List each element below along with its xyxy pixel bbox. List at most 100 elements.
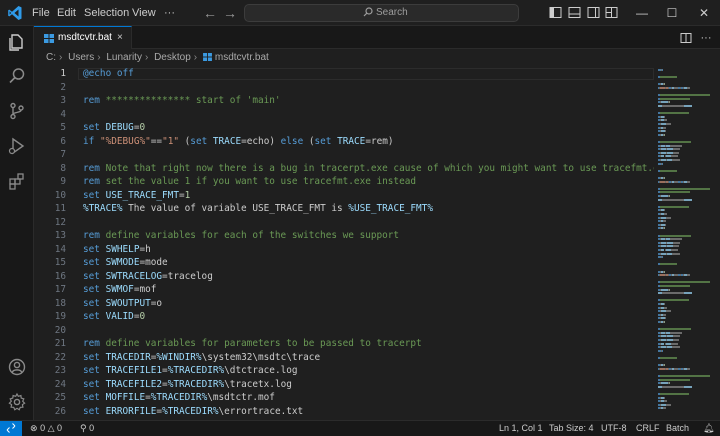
menu-file[interactable]: File	[32, 0, 50, 26]
line-number: 25	[54, 392, 66, 403]
eol-status[interactable]: CRLF	[636, 421, 660, 436]
code-line[interactable]: 23 set TRACEFILE1=%TRACEDIR%\dtctrace.log	[34, 365, 654, 376]
close-window-button[interactable]: ✕	[692, 0, 716, 26]
code-line[interactable]: 17 set SWMOF=mof	[34, 284, 654, 295]
minimap-line	[661, 198, 684, 201]
toggle-panel-icon[interactable]	[568, 6, 581, 19]
code-line[interactable]: 2	[34, 82, 654, 93]
minimap-line	[661, 69, 664, 71]
code-line[interactable]: 19 set VALID=0	[34, 311, 654, 322]
line-number: 26	[54, 405, 66, 417]
code-text: %TRACE% The value of variable USE_TRACE_…	[83, 203, 433, 214]
explorer-icon[interactable]	[7, 32, 27, 52]
code-text: @echo off	[83, 68, 134, 79]
code-line[interactable]: 18 set SWOUTPUT=o	[34, 298, 654, 309]
code-line[interactable]: 13 rem define variables for each of the s…	[34, 230, 654, 241]
code-line[interactable]: 26 set ERRORFILE=%TRACEDIR%\errortrace.tx…	[34, 406, 654, 417]
line-number: 1	[60, 68, 66, 79]
menu-selection[interactable]: Selection	[84, 0, 129, 26]
settings-gear-icon[interactable]	[7, 392, 27, 412]
chevron-right-icon: ›	[97, 52, 101, 63]
menu-edit[interactable]: Edit	[57, 0, 76, 26]
code-line[interactable]: 4	[34, 109, 654, 120]
search-view-icon[interactable]	[7, 66, 27, 86]
minimap-line	[668, 288, 670, 291]
toggle-secondary-sidebar-icon[interactable]	[587, 6, 600, 19]
minimap-line	[664, 227, 666, 230]
minimize-button[interactable]: —	[630, 0, 654, 26]
ports-status[interactable]: ⚲ 0	[80, 421, 94, 436]
minimap-line	[670, 331, 682, 334]
status-bar: ⊗ 0 △ 0 ⚲ 0 Ln 1, Col 1 Tab Size: 4 UTF-…	[0, 420, 720, 436]
code-line[interactable]: 1 @echo off	[34, 68, 654, 80]
warning-count: 0	[57, 423, 63, 433]
code-line[interactable]: 24 set TRACEFILE2=%TRACEDIR%\tracetx.log	[34, 379, 654, 390]
menu-view[interactable]: View	[132, 0, 156, 26]
source-control-icon[interactable]	[7, 101, 27, 121]
back-arrow-icon[interactable]: ←	[202, 5, 218, 21]
breadcrumb-users[interactable]: Users	[68, 52, 94, 63]
code-line[interactable]: 15 set SWMODE=mode	[34, 257, 654, 268]
remote-indicator-button[interactable]	[0, 421, 22, 436]
line-number: 19	[54, 311, 66, 322]
command-center-search[interactable]: Search	[244, 4, 519, 22]
code-line[interactable]: 10 set USE_TRACE_FMT=1	[34, 190, 654, 201]
code-line[interactable]: 20	[34, 325, 654, 336]
code-line[interactable]: 14 set SWHELP=h	[34, 244, 654, 255]
code-line[interactable]: 22 set TRACEDIR=%WINDIR%\system32\msdtc\t…	[34, 352, 654, 363]
code-text: set ERRORFILE=%TRACEDIR%\errortrace.txt	[83, 405, 304, 417]
account-icon[interactable]	[7, 357, 27, 377]
code-text: set TRACEFILE1=%TRACEDIR%\dtctrace.log	[83, 365, 298, 376]
line-number: 3	[60, 95, 66, 106]
code-text: rem define variables for parameters to b…	[83, 338, 422, 349]
code-line[interactable]: 9 rem set the value 1 if you want to use …	[34, 176, 654, 187]
line-number: 23	[54, 365, 66, 376]
breadcrumb-file[interactable]: msdtcvtr.bat	[215, 52, 269, 63]
breadcrumb-desktop[interactable]: Desktop	[154, 52, 191, 63]
code-line[interactable]: 21 rem define variables for parameters to…	[34, 338, 654, 349]
line-number: 2	[60, 81, 66, 93]
language-mode-status[interactable]: Batch	[666, 421, 689, 436]
code-text: set TRACEFILE2=%TRACEDIR%\tracetx.log	[83, 378, 292, 390]
code-text: set SWOUTPUT=o	[83, 297, 163, 309]
minimap-line	[659, 191, 691, 194]
line-number: 20	[54, 324, 66, 336]
breadcrumb-lunarity[interactable]: Lunarity	[106, 52, 142, 63]
minimap-line	[659, 94, 710, 97]
code-text: set TRACEDIR=%WINDIR%\system32\msdtc\tra…	[83, 351, 321, 363]
breadcrumb-drive[interactable]: C:	[46, 52, 56, 63]
line-number: 7	[60, 149, 66, 160]
customize-layout-icon[interactable]	[605, 6, 618, 19]
code-line[interactable]: 12	[34, 217, 654, 228]
code-text: if "%DEBUG%"=="1" (set TRACE=echo) else …	[83, 135, 394, 147]
code-line[interactable]: 25 set MOFFILE=%TRACEDIR%\msdtctr.mof	[34, 392, 654, 403]
tab-size-status[interactable]: Tab Size: 4	[549, 421, 594, 436]
line-number: 15	[54, 257, 66, 268]
code-editor[interactable]: 1 @echo off 2 3 rem *************** start of…	[34, 67, 654, 420]
extensions-icon[interactable]	[7, 171, 27, 191]
code-line[interactable]: 16 set SWTRACELOG=tracelog	[34, 271, 654, 282]
run-and-debug-icon[interactable]	[7, 136, 27, 156]
code-line[interactable]: 7	[34, 149, 654, 160]
tab-msdtcvtr-bat[interactable]: msdtcvtr.bat ×	[34, 26, 132, 49]
maximize-button[interactable]: ☐	[660, 0, 684, 26]
code-line[interactable]: 3 rem *************** start of 'main'	[34, 95, 654, 106]
forward-arrow-icon[interactable]: →	[222, 5, 238, 21]
code-line[interactable]: 11 %TRACE% The value of variable USE_TRAC…	[34, 203, 654, 214]
tab-close-icon[interactable]: ×	[117, 27, 123, 49]
more-actions-icon[interactable]: ···	[700, 32, 712, 44]
editor-tab-bar: msdtcvtr.bat × ···	[34, 26, 720, 49]
code-line[interactable]: 5 set DEBUG=0	[34, 122, 654, 133]
notifications-bell-icon[interactable]: 🔔︎	[703, 421, 714, 436]
menu-more-icon[interactable]: ···	[164, 0, 175, 26]
code-line[interactable]: 6 if "%DEBUG%"=="1" (set TRACE=echo) else…	[34, 136, 654, 147]
editor-scrollbar[interactable]	[710, 67, 720, 420]
vscode-logo-icon	[8, 6, 22, 20]
encoding-status[interactable]: UTF-8	[601, 421, 627, 436]
warning-icon: △	[47, 423, 55, 433]
toggle-primary-sidebar-icon[interactable]	[549, 6, 562, 19]
cursor-position-status[interactable]: Ln 1, Col 1	[499, 421, 543, 436]
problems-status[interactable]: ⊗ 0 △ 0	[30, 421, 62, 436]
code-line[interactable]: 8 rem Note that right now there is a bug …	[34, 163, 654, 174]
split-editor-icon[interactable]	[680, 32, 692, 44]
